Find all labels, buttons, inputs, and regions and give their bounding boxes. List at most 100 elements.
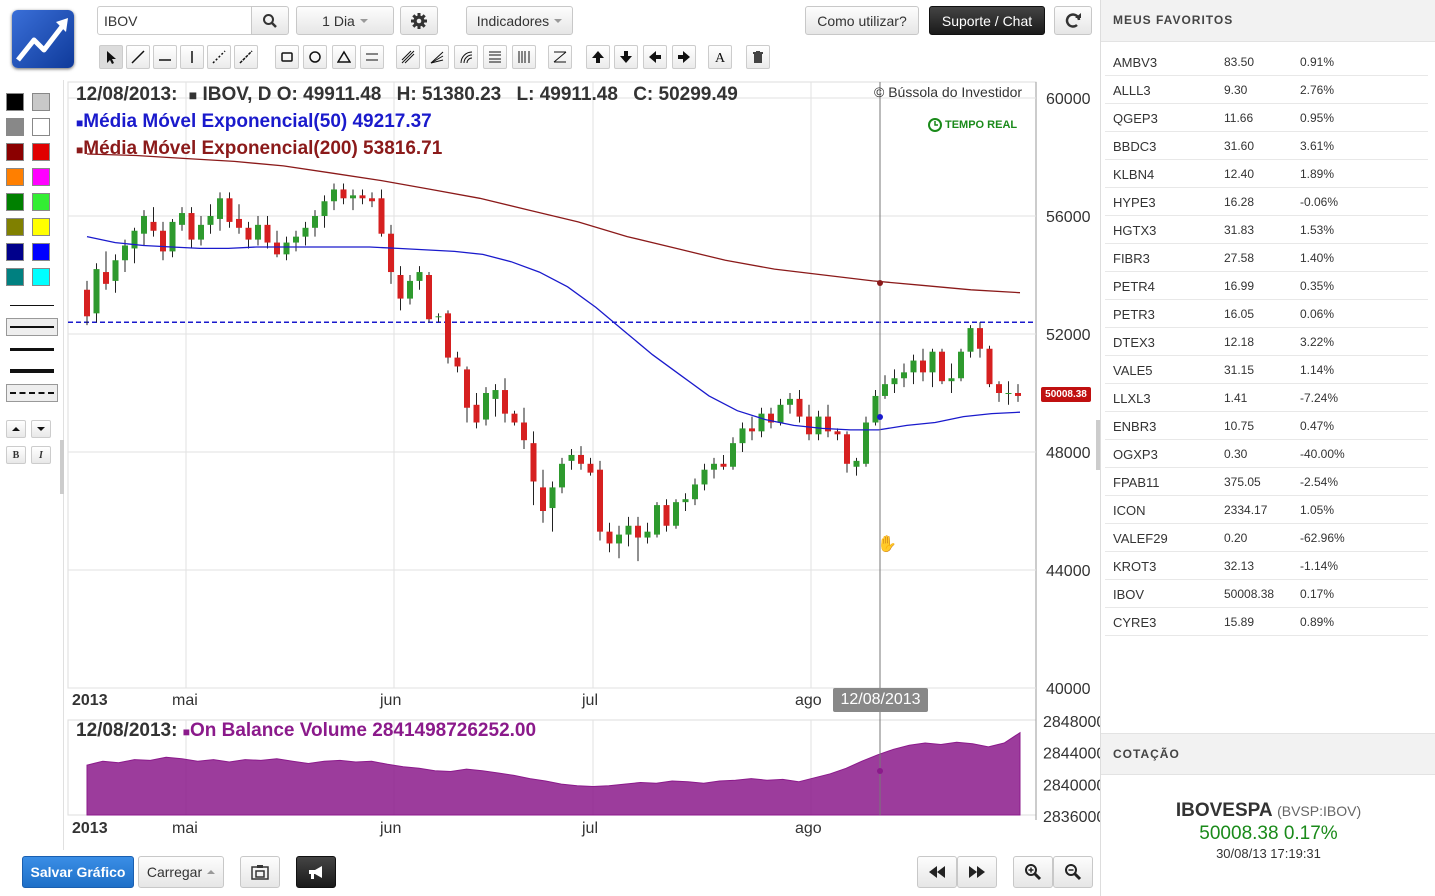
color-swatch[interactable] — [32, 268, 50, 286]
candle-body — [93, 269, 100, 314]
candle-body — [359, 195, 366, 199]
arrow-left-tool[interactable] — [643, 45, 667, 69]
color-swatch[interactable] — [32, 218, 50, 236]
favorite-row[interactable]: VALE5 31.15 1.14% — [1105, 356, 1428, 384]
favorite-row[interactable]: HGTX3 31.83 1.53% — [1105, 216, 1428, 244]
favorite-row[interactable]: ICON 2334.17 1.05% — [1105, 496, 1428, 524]
favorite-row[interactable]: KROT3 32.13 -1.14% — [1105, 552, 1428, 580]
color-swatch[interactable] — [6, 218, 24, 236]
search-icon — [263, 13, 277, 28]
channel-tool[interactable] — [360, 45, 384, 69]
favorite-row[interactable]: ALLL3 9.30 2.76% — [1105, 76, 1428, 104]
favorite-row[interactable]: CYRE3 15.89 0.89% — [1105, 608, 1428, 636]
circle-tool[interactable] — [303, 45, 327, 69]
symbol-input[interactable] — [97, 6, 252, 35]
fan-tool[interactable] — [425, 45, 449, 69]
color-swatch[interactable] — [32, 243, 50, 261]
fibonacci-tool[interactable] — [483, 45, 507, 69]
delete-tool[interactable] — [746, 45, 770, 69]
favorite-row[interactable]: PETR3 16.05 0.06% — [1105, 300, 1428, 328]
color-swatch[interactable] — [32, 118, 50, 136]
favorite-row[interactable]: VALEF29 0.20 -62.96% — [1105, 524, 1428, 552]
favorite-row[interactable]: FPAB11 375.05 -2.54% — [1105, 468, 1428, 496]
obv-legend[interactable]: ■On Balance Volume 2841498726252.00 — [183, 720, 536, 741]
sidebar-scroll-handle[interactable] — [60, 440, 64, 494]
favorite-row[interactable]: HYPE3 16.28 -0.06% — [1105, 188, 1428, 216]
font-size-up[interactable] — [6, 420, 26, 438]
bold-button[interactable]: B — [6, 446, 26, 464]
color-swatch[interactable] — [6, 168, 24, 186]
favorite-row[interactable]: DTEX3 12.18 3.22% — [1105, 328, 1428, 356]
favorite-row[interactable]: PETR4 16.99 0.35% — [1105, 272, 1428, 300]
load-dropdown[interactable]: Carregar — [138, 856, 224, 888]
favorite-row[interactable]: LLXL3 1.41 -7.24% — [1105, 384, 1428, 412]
pointer-tool[interactable] — [99, 45, 123, 69]
settings-button[interactable] — [400, 6, 438, 35]
favorite-row[interactable]: QGEP3 11.66 0.95% — [1105, 104, 1428, 132]
favorite-row[interactable]: ENBR3 10.75 0.47% — [1105, 412, 1428, 440]
announce-button[interactable] — [296, 856, 336, 888]
favorite-row[interactable]: FIBR3 27.58 1.40% — [1105, 244, 1428, 272]
pitchfork-tool[interactable] — [396, 45, 420, 69]
triangle-tool[interactable] — [332, 45, 356, 69]
zoom-out-button[interactable] — [1053, 856, 1093, 888]
zigzag-tool[interactable] — [548, 45, 572, 69]
refresh-button[interactable] — [1054, 6, 1092, 35]
zoom-in-button[interactable] — [1013, 856, 1053, 888]
x-tick-label: ago — [795, 692, 822, 709]
font-size-down[interactable] — [31, 420, 51, 438]
arrow-down-tool[interactable] — [614, 45, 638, 69]
chart-credit[interactable]: © Bússola do Investidor — [874, 84, 1022, 100]
arcs-tool[interactable] — [454, 45, 478, 69]
scroll-back-button[interactable] — [917, 856, 957, 888]
scroll-forward-button[interactable] — [957, 856, 997, 888]
quote-title: COTAÇÃO — [1113, 747, 1180, 761]
line-width-4[interactable] — [6, 362, 58, 380]
favorite-row[interactable]: OGXP3 0.30 -40.00% — [1105, 440, 1428, 468]
candle-body — [958, 351, 964, 379]
color-swatch[interactable] — [6, 243, 24, 261]
ray-tool[interactable] — [234, 45, 258, 69]
timezones-tool[interactable] — [512, 45, 536, 69]
ema200-legend[interactable]: ■Média Móvel Exponencial(200) 53816.71 — [76, 138, 442, 160]
app-logo[interactable] — [12, 10, 74, 68]
ema50-legend[interactable]: ■Média Móvel Exponencial(50) 49217.37 — [76, 111, 432, 133]
search-button[interactable] — [251, 6, 289, 35]
period-dropdown[interactable]: 1 Dia — [296, 6, 394, 35]
color-swatch[interactable] — [6, 193, 24, 211]
screenshot-button[interactable] — [240, 856, 280, 888]
howto-button[interactable]: Como utilizar? — [805, 6, 919, 35]
vline-tool[interactable] — [180, 45, 204, 69]
line-width-1[interactable] — [6, 296, 58, 314]
favorite-row[interactable]: AMBV3 83.50 0.91% — [1105, 48, 1428, 76]
dotted-line-tool[interactable] — [207, 45, 231, 69]
rectangle-tool[interactable] — [275, 45, 299, 69]
candle-body — [530, 443, 537, 482]
favorite-row[interactable]: BBDC3 31.60 3.61% — [1105, 132, 1428, 160]
support-chat-button[interactable]: Suporte / Chat — [929, 6, 1045, 35]
color-swatch[interactable] — [6, 93, 24, 111]
hline-tool[interactable] — [153, 45, 177, 69]
favorite-price: 83.50 — [1224, 55, 1255, 69]
favorite-row[interactable]: KLBN4 12.40 1.89% — [1105, 160, 1428, 188]
arrow-left-icon — [649, 51, 661, 63]
trendline-tool[interactable] — [126, 45, 150, 69]
color-swatch[interactable] — [6, 268, 24, 286]
save-chart-button[interactable]: Salvar Gráfico — [22, 856, 134, 888]
line-width-2[interactable] — [6, 318, 58, 336]
arrow-right-tool[interactable] — [672, 45, 696, 69]
color-swatch[interactable] — [32, 193, 50, 211]
favorite-row[interactable]: IBOV 50008.38 0.17% — [1105, 580, 1428, 608]
line-dashed[interactable] — [6, 384, 58, 402]
indicators-dropdown[interactable]: Indicadores — [466, 6, 573, 35]
color-swatch[interactable] — [32, 93, 50, 111]
color-swatch[interactable] — [6, 143, 24, 161]
color-swatch[interactable] — [32, 143, 50, 161]
color-swatch[interactable] — [6, 118, 24, 136]
text-tool[interactable]: A — [708, 45, 732, 69]
italic-button[interactable]: I — [31, 446, 51, 464]
refresh-icon — [1065, 12, 1081, 28]
color-swatch[interactable] — [32, 168, 50, 186]
arrow-up-tool[interactable] — [586, 45, 610, 69]
line-width-3[interactable] — [6, 340, 58, 358]
